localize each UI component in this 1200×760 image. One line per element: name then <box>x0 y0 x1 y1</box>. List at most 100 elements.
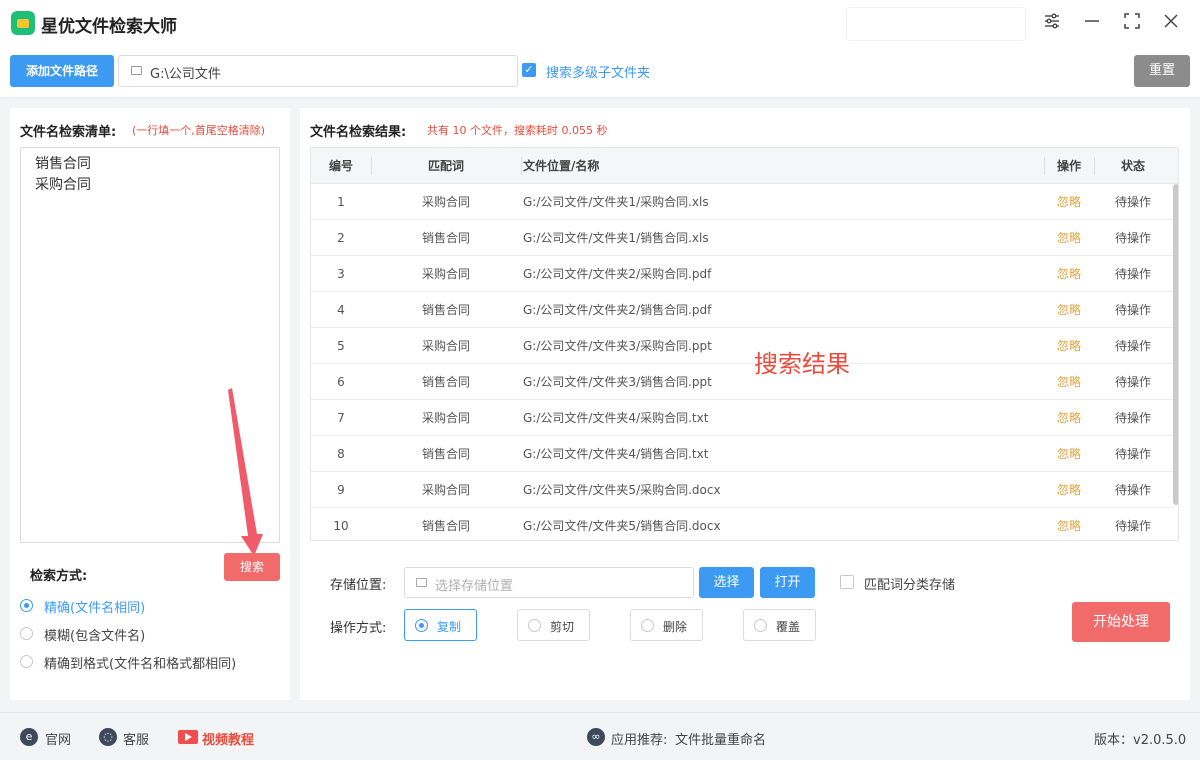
op-overwrite[interactable]: 覆盖 <box>743 609 816 641</box>
op-label: 复制 <box>437 620 462 634</box>
version-label: 版本：v2.0.5.0 <box>1094 733 1187 748</box>
cell-status: 待操作 <box>1114 195 1151 209</box>
keyword-line: 采购合同 <box>35 177 91 193</box>
table-row[interactable]: 9 采购合同 G:/公司文件/文件夹5/采购合同.docx 忽略 待操作 <box>311 472 1173 508</box>
results-title: 文件名检索结果: <box>310 125 407 140</box>
col-header-index: 编号 <box>328 159 353 173</box>
ignore-link[interactable]: 忽略 <box>1044 364 1094 400</box>
cell-keyword: 销售合同 <box>421 303 470 317</box>
minimize-icon[interactable] <box>1081 12 1103 34</box>
service-link[interactable]: 客服 <box>123 729 149 748</box>
table-row[interactable]: 7 采购合同 G:/公司文件/文件夹4/采购合同.txt 忽略 待操作 <box>311 400 1173 436</box>
search-button[interactable]: 搜索 <box>224 553 280 581</box>
start-button[interactable]: 开始处理 <box>1072 602 1170 642</box>
app-title: 星优文件检索大师 <box>41 17 177 37</box>
table-row[interactable]: 1 采购合同 G:/公司文件/文件夹1/采购合同.xls 忽略 待操作 <box>311 184 1173 220</box>
cell-status: 待操作 <box>1114 303 1151 317</box>
operation-label: 操作方式: <box>330 621 387 636</box>
table-row[interactable]: 8 销售合同 G:/公司文件/文件夹4/销售合同.txt 忽略 待操作 <box>311 436 1173 472</box>
results-table: 编号 匹配词 文件位置/名称 操作 状态 1 采购合同 G:/公司文件/文件夹1/采… <box>310 147 1179 541</box>
maximize-icon[interactable] <box>1121 12 1143 34</box>
storage-input[interactable]: 选择存储位置 <box>404 567 694 598</box>
cell-keyword: 采购合同 <box>421 267 470 281</box>
search-list-panel: 文件名检索清单: (一行填一个,首尾空格清除) 销售合同 采购合同 搜索 检索方… <box>10 108 290 700</box>
title-bar: 星优文件检索大师 <box>0 0 1200 48</box>
ie-icon[interactable]: e <box>20 728 38 746</box>
reset-button[interactable]: 重置 <box>1134 55 1190 87</box>
add-path-button[interactable]: 添加文件路径 <box>10 55 114 87</box>
website-link[interactable]: 官网 <box>45 729 71 748</box>
cell-status: 待操作 <box>1114 375 1151 389</box>
cell-status: 待操作 <box>1114 267 1151 281</box>
ignore-link[interactable]: 忽略 <box>1044 508 1094 540</box>
chat-icon[interactable]: ◌ <box>99 728 117 746</box>
table-row[interactable]: 3 采购合同 G:/公司文件/文件夹2/采购合同.pdf 忽略 待操作 <box>311 256 1173 292</box>
mode-option-label: 精确到格式(文件名和格式都相同) <box>44 657 237 672</box>
mode-option-label: 模糊(包含文件名) <box>44 629 146 644</box>
cell-index: 8 <box>337 447 345 461</box>
cell-status: 待操作 <box>1114 483 1151 497</box>
open-button[interactable]: 打开 <box>760 567 815 598</box>
subfolder-label[interactable]: 搜索多级子文件夹 <box>546 62 650 81</box>
table-row[interactable]: 2 销售合同 G:/公司文件/文件夹1/销售合同.xls 忽略 待操作 <box>311 220 1173 256</box>
footer: e 官网 ◌ 客服 视频教程 ∞ 应用推荐: 文件批量重命名 版本：v2.0.5… <box>0 712 1200 760</box>
select-button[interactable]: 选择 <box>699 567 754 598</box>
storage-label: 存储位置: <box>330 578 387 593</box>
ignore-link[interactable]: 忽略 <box>1044 292 1094 328</box>
radio-icon <box>415 619 428 632</box>
path-value: G:\公司文件 <box>150 67 221 82</box>
toolbar: 添加文件路径 G:\公司文件 ✓ 搜索多级子文件夹 重置 <box>0 48 1200 98</box>
cell-index: 7 <box>337 411 345 425</box>
settings-sliders-icon[interactable] <box>1041 12 1063 34</box>
close-icon[interactable] <box>1160 12 1182 34</box>
table-scrollbar[interactable] <box>1173 184 1178 505</box>
recommend-app-link[interactable]: 文件批量重命名 <box>675 729 766 748</box>
cell-path: G:/公司文件/文件夹4/销售合同.txt <box>523 447 709 461</box>
classify-checkbox[interactable] <box>840 575 854 589</box>
ignore-link[interactable]: 忽略 <box>1044 436 1094 472</box>
table-row[interactable]: 4 销售合同 G:/公司文件/文件夹2/销售合同.pdf 忽略 待操作 <box>311 292 1173 328</box>
column-divider <box>521 157 522 175</box>
cell-path: G:/公司文件/文件夹2/销售合同.pdf <box>523 303 712 317</box>
ignore-link[interactable]: 忽略 <box>1044 220 1094 256</box>
col-header-action: 操作 <box>1056 159 1081 173</box>
list-title: 文件名检索清单: <box>20 125 117 140</box>
title-search-box[interactable] <box>846 7 1026 41</box>
radio-icon <box>20 599 33 612</box>
op-label: 剪切 <box>550 620 575 634</box>
ignore-link[interactable]: 忽略 <box>1044 400 1094 436</box>
op-cut[interactable]: 剪切 <box>517 609 590 641</box>
table-row[interactable]: 6 销售合同 G:/公司文件/文件夹3/销售合同.ppt 忽略 待操作 <box>311 364 1173 400</box>
ignore-link[interactable]: 忽略 <box>1044 328 1094 364</box>
radio-icon <box>754 619 767 632</box>
cell-keyword: 采购合同 <box>421 339 470 353</box>
results-summary: 共有 10 个文件，搜索耗时 0.055 秒 <box>427 124 608 137</box>
radio-icon <box>528 619 541 632</box>
classify-label[interactable]: 匹配词分类存储 <box>864 574 955 593</box>
cell-index: 2 <box>337 231 345 245</box>
cell-status: 待操作 <box>1114 519 1151 533</box>
link-icon: ∞ <box>587 728 605 746</box>
ignore-link[interactable]: 忽略 <box>1044 256 1094 292</box>
ignore-link[interactable]: 忽略 <box>1044 184 1094 220</box>
op-delete[interactable]: 删除 <box>630 609 703 641</box>
video-tutorial-link[interactable]: 视频教程 <box>202 729 254 748</box>
cell-keyword: 采购合同 <box>421 483 470 497</box>
subfolder-checkbox[interactable]: ✓ <box>522 63 536 77</box>
ignore-link[interactable]: 忽略 <box>1044 472 1094 508</box>
table-body: 1 采购合同 G:/公司文件/文件夹1/采购合同.xls 忽略 待操作 2 销售合同 G:/公… <box>311 184 1173 540</box>
table-row[interactable]: 10 销售合同 G:/公司文件/文件夹5/销售合同.docx 忽略 待操作 <box>311 508 1173 540</box>
cell-keyword: 销售合同 <box>421 375 470 389</box>
path-input[interactable]: G:\公司文件 <box>118 55 518 87</box>
table-header: 编号 匹配词 文件位置/名称 操作 状态 <box>311 148 1178 184</box>
table-row[interactable]: 5 采购合同 G:/公司文件/文件夹3/采购合同.ppt 忽略 待操作 <box>311 328 1173 364</box>
op-label: 删除 <box>663 620 688 634</box>
video-icon[interactable] <box>178 730 198 744</box>
radio-icon <box>641 619 654 632</box>
cell-index: 10 <box>333 519 349 533</box>
op-copy[interactable]: 复制 <box>404 609 477 641</box>
cell-keyword: 采购合同 <box>421 195 470 209</box>
folder-icon <box>131 66 142 75</box>
radio-icon <box>20 627 33 640</box>
cell-keyword: 销售合同 <box>421 231 470 245</box>
